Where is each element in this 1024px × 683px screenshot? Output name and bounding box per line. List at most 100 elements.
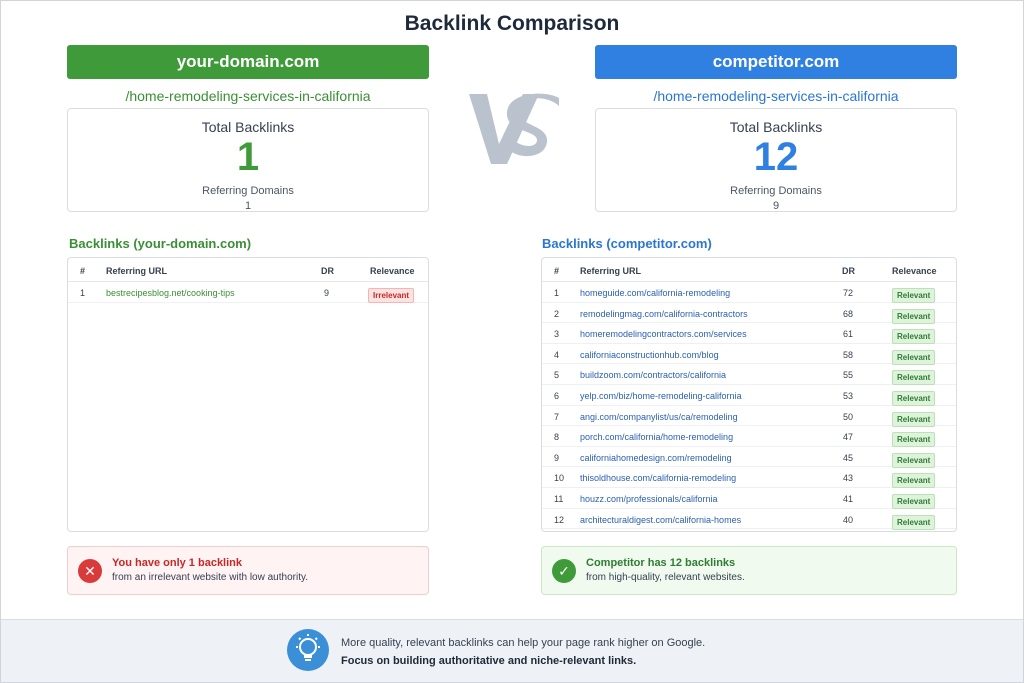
table-row: 1 homeguide.com/california-remodeling 72 Re… [542, 282, 956, 303]
table-header: # Referring URL DR Relevance [68, 258, 428, 282]
table-row: 8 porch.com/california/home-remodeling 47 R… [542, 426, 956, 448]
competitor-domain-header: competitor.com [595, 45, 957, 79]
tip-line-1: More quality, relevant backlinks can hel… [341, 637, 706, 649]
your-backlinks-heading: Backlinks (your-domain.com) [69, 236, 252, 251]
row-dr: 55 [843, 370, 854, 381]
col-num-header: # [80, 266, 86, 276]
your-summary-note: ✕ You have only 1 backlink from an irrel… [67, 546, 429, 595]
note-text: from high-quality, relevant websites. [586, 572, 745, 583]
col-num-header: # [554, 266, 560, 276]
table-row: 6 yelp.com/biz/home-remodeling-california… [542, 385, 956, 406]
tip-line-2: Focus on building authoritative and nich… [341, 655, 637, 667]
table-row: 3 homeremodelingcontractors.com/services 6… [542, 323, 956, 345]
referring-domains-value: 9 [772, 200, 780, 212]
page-title: Backlink Comparison [404, 12, 620, 35]
row-dr: 40 [843, 514, 854, 525]
relevance-badge: Relevant [892, 308, 936, 324]
tip-footer: More quality, relevant backlinks can hel… [1, 619, 1023, 682]
lightbulb-icon [287, 629, 329, 671]
relevance-badge: Relevant [892, 390, 936, 406]
your-domain-header: your-domain.com [67, 45, 429, 79]
row-num: 8 [554, 432, 560, 443]
row-num: 12 [554, 514, 565, 525]
referring-url-link[interactable]: remodelingmag.com/california-contractors [580, 309, 748, 319]
referring-url-link[interactable]: architecturaldigest.com/california-homes [580, 515, 741, 525]
competitor-page-path: /home-remodeling-services-in-california [653, 88, 899, 104]
col-relevance-header: Relevance [892, 266, 937, 276]
row-dr: 72 [843, 288, 854, 298]
table-row: 5 buildzoom.com/contractors/california 55 R… [542, 364, 956, 386]
total-backlinks-label: Total Backlinks [201, 119, 295, 135]
note-title: Competitor has 12 backlinks [586, 557, 736, 569]
competitor-backlinks-table: # Referring URL DR Relevance 1 homeguide.… [541, 257, 957, 532]
competitor-backlinks-heading: Backlinks (competitor.com) [542, 236, 712, 251]
col-dr-header: DR [321, 266, 334, 276]
table-row: 10 thisoldhouse.com/california-remodeling… [542, 467, 956, 489]
check-circle-icon: ✓ [552, 559, 576, 583]
relevance-badge: Relevant [892, 493, 936, 509]
col-dr-header: DR [842, 266, 855, 276]
referring-url-link[interactable]: houzz.com/professionals/california [580, 494, 718, 504]
row-dr: 41 [843, 493, 854, 504]
table-row: 9 californiahomedesign.com/remodeling 45 Re… [542, 447, 956, 468]
row-dr: 58 [843, 349, 854, 360]
referring-url-link[interactable]: bestrecipesblog.net/cooking-tips [106, 288, 235, 298]
referring-url-link[interactable]: californiaconstructionhub.com/blog [580, 350, 719, 360]
row-dr: 68 [843, 308, 854, 319]
row-num: 9 [554, 452, 560, 463]
vs-graphic [469, 93, 559, 164]
row-num: 3 [554, 329, 560, 340]
table-header: # Referring URL DR Relevance [542, 258, 956, 282]
competitor-stats-card: Total Backlinks 12 Referring Domains 9 [595, 108, 957, 212]
relevance-badge: Relevant [892, 432, 936, 448]
referring-url-link[interactable]: buildzoom.com/contractors/california [580, 370, 726, 380]
table-row: 12 architecturaldigest.com/california-hom… [542, 509, 956, 530]
referring-url-link[interactable]: homeguide.com/california-remodeling [580, 288, 730, 298]
total-backlinks-label: Total Backlinks [729, 119, 823, 135]
note-text: from an irrelevant website with low auth… [112, 572, 309, 583]
col-url-header: Referring URL [106, 266, 168, 276]
row-num: 5 [554, 370, 560, 381]
referring-domains-value: 1 [244, 200, 252, 212]
row-dr: 53 [843, 390, 854, 401]
col-relevance-header: Relevance [370, 266, 415, 276]
relevance-badge: Relevant [892, 329, 936, 345]
row-num: 1 [554, 288, 560, 298]
table-row: 1 bestrecipesblog.net/cooking-tips 9 Irrele… [68, 282, 428, 303]
table-row: 7 angi.com/companylist/us/ca/remodeling 50… [542, 406, 956, 427]
referring-url-link[interactable]: californiahomedesign.com/remodeling [580, 453, 732, 463]
col-url-header: Referring URL [580, 266, 642, 276]
your-page-path: /home-remodeling-services-in-california [125, 88, 371, 104]
relevance-badge: Relevant [892, 288, 936, 303]
referring-url-link[interactable]: porch.com/california/home-remodeling [580, 432, 733, 442]
row-num: 11 [554, 493, 564, 504]
row-num: 1 [80, 288, 86, 298]
referring-url-link[interactable]: yelp.com/biz/home-remodeling-california [580, 391, 742, 401]
row-dr: 61 [843, 329, 854, 340]
referring-url-link[interactable]: homeremodelingcontractors.com/services [580, 329, 747, 339]
relevance-badge: Relevant [892, 411, 936, 427]
row-num: 7 [554, 411, 560, 422]
row-dr: 47 [843, 432, 854, 443]
row-num: 10 [554, 473, 565, 484]
total-backlinks-value: 12 [753, 135, 799, 179]
relevance-badge: Relevant [892, 514, 936, 530]
relevance-badge: Irrelevant [368, 288, 415, 303]
table-row: 4 californiaconstructionhub.com/blog 58 Rel… [542, 344, 956, 365]
relevance-badge: Relevant [892, 349, 936, 365]
row-dr: 43 [843, 473, 854, 484]
your-stats-card: Total Backlinks 1 Referring Domains 1 [67, 108, 429, 212]
referring-domains-label: Referring Domains [730, 185, 822, 197]
your-backlinks-table: # Referring URL DR Relevance 1 bestrecipe… [67, 257, 429, 532]
referring-domains-label: Referring Domains [202, 185, 294, 197]
note-title: You have only 1 backlink [112, 557, 243, 569]
row-num: 6 [554, 390, 560, 401]
row-dr: 50 [843, 411, 854, 422]
row-dr: 45 [843, 452, 854, 463]
referring-url-link[interactable]: thisoldhouse.com/california-remodeling [580, 473, 736, 483]
table-row: 2 remodelingmag.com/california-contractor… [542, 303, 956, 324]
row-dr: 9 [324, 288, 330, 298]
referring-url-link[interactable]: angi.com/companylist/us/ca/remodeling [580, 412, 738, 422]
table-row: 11 houzz.com/professionals/california 41 Re… [542, 488, 956, 509]
relevance-badge: Relevant [892, 370, 936, 386]
